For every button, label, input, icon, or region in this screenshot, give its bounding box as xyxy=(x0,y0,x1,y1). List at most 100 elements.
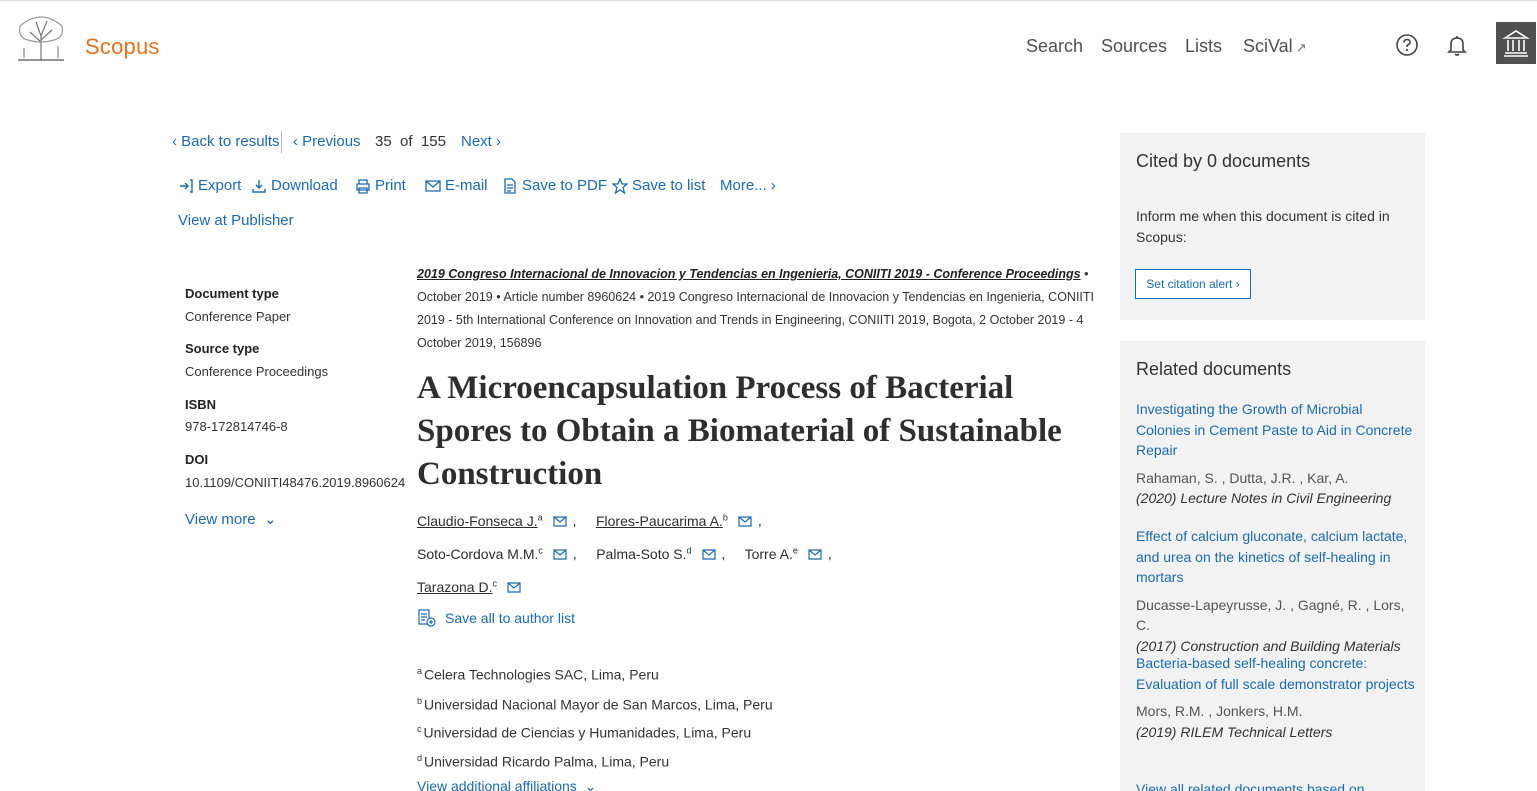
export-icon xyxy=(180,178,193,193)
next-link[interactable]: Next › xyxy=(461,133,501,150)
related-doc-authors: Mors, R.M. , Jonkers, H.M. xyxy=(1136,703,1303,719)
doi-label: DOI xyxy=(185,452,209,467)
brand-name[interactable]: Scopus xyxy=(85,34,160,60)
comma: , xyxy=(757,512,762,529)
save-to-list-button[interactable]: Save to list xyxy=(612,177,705,194)
author-item[interactable]: Tarazona D.c xyxy=(417,578,497,595)
nav-scival[interactable]: SciVal ↗ xyxy=(1243,36,1307,57)
related-doc-title[interactable]: Investigating the Growth of Microbial Co… xyxy=(1136,399,1416,461)
chevron-down-icon: ⌄ xyxy=(263,511,277,528)
comma: , xyxy=(572,512,593,529)
print-button[interactable]: Print xyxy=(355,177,406,194)
view-more-link[interactable]: View more ⌄ xyxy=(185,510,277,528)
affiliation-sup: d xyxy=(417,753,423,763)
related-doc-source: (2020) Lecture Notes in Civil Engineerin… xyxy=(1136,490,1392,506)
elsevier-tree-logo[interactable] xyxy=(14,12,68,64)
page-title: A Microencapsulation Process of Bacteria… xyxy=(417,370,1062,492)
download-button[interactable]: Download xyxy=(251,177,338,194)
save-all-to-author-list-link[interactable]: Save all to author list xyxy=(417,609,575,627)
envelope-icon xyxy=(425,179,441,192)
nav-scival-label: SciVal xyxy=(1243,36,1293,56)
document-type-value: Conference Paper xyxy=(185,309,291,324)
bell-icon[interactable] xyxy=(1445,33,1469,57)
author-name: Claudio-Fonseca J. xyxy=(417,512,538,529)
view-additional-affiliations-link[interactable]: View additional affiliations ⌄ xyxy=(417,778,596,791)
email-label: E-mail xyxy=(445,177,488,194)
external-link-icon: ↗ xyxy=(1295,40,1307,55)
chevron-down-icon: ⌄ xyxy=(584,778,597,791)
author-sup: b xyxy=(722,512,728,522)
comma: , xyxy=(721,545,741,562)
view-affiliations-label: View additional affiliations xyxy=(417,778,577,791)
author-line-2: Soto-Cordova M.M.c, Palma-Soto S.d, Torr… xyxy=(417,545,832,562)
result-index: 35 xyxy=(375,133,392,150)
print-icon xyxy=(356,178,370,194)
envelope-icon[interactable] xyxy=(808,549,822,560)
export-button[interactable]: Export xyxy=(178,177,241,194)
author-sup: d xyxy=(686,545,692,555)
source-info: 2019 Congreso Internacional de Innovacio… xyxy=(417,263,1097,355)
view-all-related-link[interactable]: View all related documents based on xyxy=(1136,781,1365,791)
author-sup: c xyxy=(538,545,543,555)
comma: , xyxy=(572,545,593,562)
top-border xyxy=(0,0,1537,3)
affiliation-text: Universidad Ricardo Palma, Lima, Peru xyxy=(424,753,670,770)
cited-by-title: Cited by 0 documents xyxy=(1136,151,1311,171)
view-more-label: View more xyxy=(185,511,256,528)
back-to-results-link[interactable]: ‹ Back to results xyxy=(172,133,280,150)
chevron-right-icon: › xyxy=(491,133,502,150)
result-of: of xyxy=(400,133,413,150)
cited-by-text: Inform me when this document is cited in… xyxy=(1136,208,1390,245)
author-item[interactable]: Palma-Soto S.d xyxy=(596,545,692,562)
institution-button[interactable] xyxy=(1496,22,1536,64)
view-at-publisher-link[interactable]: View at Publisher xyxy=(178,212,294,229)
set-citation-alert-button[interactable]: Set citation alert › xyxy=(1135,269,1251,299)
save-to-list-label: Save to list xyxy=(632,177,706,194)
set-citation-alert-label: Set citation alert xyxy=(1146,277,1233,291)
nav-lists[interactable]: Lists xyxy=(1185,36,1222,57)
affiliation-item: d Universidad Ricardo Palma, Lima, Peru xyxy=(417,753,669,770)
email-button[interactable]: E-mail xyxy=(425,177,488,194)
previous-label: Previous xyxy=(302,133,361,150)
author-item[interactable]: Soto-Cordova M.M.c xyxy=(417,545,543,562)
related-documents-title: Related documents xyxy=(1136,359,1292,379)
author-sup: c xyxy=(492,578,497,588)
source-title-link[interactable]: 2019 Congreso Internacional de Innovacio… xyxy=(417,267,1081,281)
more-label: More... xyxy=(720,177,767,194)
affiliation-item: c Universidad de Ciencias y Humanidades, … xyxy=(417,724,751,741)
author-list-add-icon xyxy=(418,609,436,627)
author-name: Palma-Soto S. xyxy=(596,545,687,562)
affiliation-text: Universidad Nacional Mayor de San Marcos… xyxy=(424,696,773,713)
envelope-icon[interactable] xyxy=(553,549,567,560)
envelope-icon[interactable] xyxy=(507,582,521,593)
related-doc-title[interactable]: Effect of calcium gluconate, calcium lac… xyxy=(1136,526,1416,588)
author-line-1: Claudio-Fonseca J.a, Flores-Paucarima A.… xyxy=(417,512,762,529)
save-to-pdf-button[interactable]: Save to PDF xyxy=(502,177,607,194)
previous-link[interactable]: ‹ Previous xyxy=(293,133,361,150)
source-type-value: Conference Proceedings xyxy=(185,364,329,379)
download-icon xyxy=(252,179,266,193)
save-to-pdf-label: Save to PDF xyxy=(522,177,608,194)
next-label: Next xyxy=(461,133,492,150)
chevron-left-icon: ‹ xyxy=(172,133,182,150)
author-sup: a xyxy=(537,512,543,522)
author-item[interactable]: Torre A.e xyxy=(744,545,798,562)
envelope-icon[interactable] xyxy=(738,516,752,527)
envelope-icon[interactable] xyxy=(701,549,716,560)
author-item[interactable]: Claudio-Fonseca J.a xyxy=(417,512,543,529)
back-to-results-label: Back to results xyxy=(181,133,280,150)
affiliation-text: Universidad de Ciencias y Humanidades, L… xyxy=(423,724,752,741)
related-documents-panel: Related documents Investigating the Grow… xyxy=(1120,341,1425,791)
author-name: Torre A. xyxy=(744,545,793,562)
related-doc-title[interactable]: Bacteria-based self-healing concrete: Ev… xyxy=(1136,653,1416,694)
author-name: Tarazona D. xyxy=(417,578,493,595)
help-icon[interactable] xyxy=(1395,33,1419,57)
affiliation-item: a Celera Technologies SAC, Lima, Peru xyxy=(417,666,659,683)
author-sup: e xyxy=(792,545,798,555)
envelope-icon[interactable] xyxy=(553,516,567,527)
nav-search[interactable]: Search xyxy=(1026,36,1083,57)
related-doc-source: (2019) RILEM Technical Letters xyxy=(1136,723,1333,740)
more-button[interactable]: More... › xyxy=(720,177,776,194)
author-item[interactable]: Flores-Paucarima A.b xyxy=(596,512,728,529)
nav-sources[interactable]: Sources xyxy=(1101,36,1167,57)
